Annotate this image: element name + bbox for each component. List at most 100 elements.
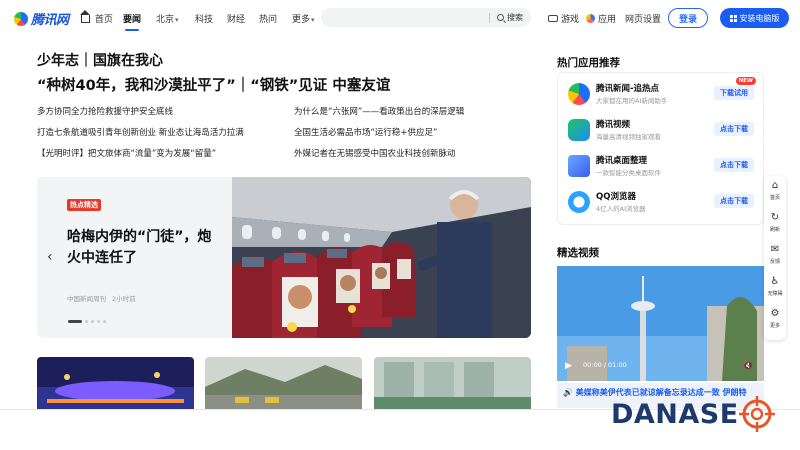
- carousel-dot[interactable]: [91, 320, 94, 323]
- logo-text: 腾讯网: [31, 13, 69, 28]
- play-icon[interactable]: ▶: [565, 361, 572, 371]
- page-settings-link[interactable]: 网页设置: [625, 12, 661, 25]
- watermark-text: DANASE: [611, 398, 739, 430]
- float-home-button[interactable]: ⌂ 首页: [764, 180, 786, 210]
- download-button[interactable]: 下载试用: [714, 86, 754, 100]
- accessibility-icon: ♿: [770, 276, 780, 287]
- app-name: 腾讯视频: [596, 120, 631, 130]
- tencent-news-icon: [568, 83, 590, 105]
- search-button[interactable]: 搜索: [489, 12, 523, 23]
- nav-item-tech[interactable]: 科技: [195, 12, 213, 25]
- install-label: 安装电脑版: [739, 13, 780, 23]
- nav-item-hot-questions[interactable]: 热问: [259, 12, 277, 25]
- install-desktop-button[interactable]: 安装电脑版: [720, 8, 789, 28]
- carousel-photo: ›: [232, 177, 531, 338]
- news-thumbnail[interactable]: [205, 357, 362, 409]
- carousel-source: 中国新闻周刊: [67, 295, 106, 303]
- carousel-dot[interactable]: [85, 320, 88, 323]
- carousel-meta: 中国新闻周刊 2小时前: [67, 293, 136, 303]
- nav-item-home[interactable]: 首页: [80, 10, 113, 25]
- news-thumbnail[interactable]: [37, 357, 194, 409]
- night-stadium-image: [37, 357, 194, 409]
- windows-icon: [729, 14, 737, 22]
- section-headline[interactable]: 少年志｜国旗在我心: [37, 50, 163, 70]
- greenhouse-image: [374, 357, 531, 409]
- page-settings-label: 网页设置: [625, 15, 662, 25]
- app-desc: 大家都在用的AI新闻助手: [596, 97, 668, 105]
- nav-item-news[interactable]: 要闻: [123, 12, 141, 31]
- float-label: 无障碍: [767, 291, 783, 297]
- float-label: 反馈: [769, 259, 780, 265]
- app-desc: 4亿人的AI浏览器: [596, 205, 646, 213]
- nav-item-label: 财经: [227, 15, 246, 25]
- new-badge: NEW: [735, 77, 756, 85]
- apps-link[interactable]: 应用: [586, 12, 616, 25]
- carousel-dot[interactable]: [68, 320, 82, 323]
- download-button[interactable]: 点击下载: [714, 158, 754, 172]
- mute-icon[interactable]: 🔇: [743, 361, 753, 370]
- featured-video-title: 精选视频: [557, 247, 599, 259]
- app-item-qq-browser[interactable]: QQ浏览器 4亿人的AI浏览器 点击下载: [568, 189, 758, 217]
- nav-item-beijing[interactable]: 北京▾: [156, 12, 179, 25]
- nav-item-label: 热问: [259, 15, 278, 25]
- app-item-tencent-video[interactable]: 腾讯视频 海量高清视频独家观看 点击下载: [568, 117, 758, 145]
- carousel-dot[interactable]: [97, 320, 100, 323]
- news-link[interactable]: 为什么是“六张网”——看政策出台的深层逻辑: [294, 105, 464, 117]
- top-nav: 腾讯网 首页 要闻 北京▾ 科技 财经 热问 更多▾ 搜索 游戏 应用 网页设置: [0, 0, 800, 36]
- carousel-pagination: [68, 320, 106, 323]
- chevron-left-icon[interactable]: ‹: [47, 249, 53, 265]
- watermark-logo: DANASE: [611, 396, 775, 432]
- news-link[interactable]: 多方协同全力抢险救援守护安全底线: [37, 105, 173, 117]
- nav-item-label: 更多: [292, 15, 311, 25]
- nav-item-more[interactable]: 更多▾: [292, 12, 315, 25]
- app-item-tencent-news[interactable]: 腾讯新闻-追热点 大家都在用的AI新闻助手 下载试用 NEW: [568, 77, 758, 109]
- app-item-desktop-organizer[interactable]: 腾讯桌面整理 一款智能分类桌面软件 点击下载: [568, 153, 758, 181]
- float-label: 首页: [769, 195, 780, 201]
- download-button[interactable]: 点击下载: [714, 122, 754, 136]
- apps-label: 应用: [598, 15, 617, 25]
- download-button[interactable]: 点击下载: [714, 194, 754, 208]
- float-feedback-button[interactable]: ✉ 反馈: [764, 244, 786, 274]
- featured-carousel[interactable]: 热点精选 哈梅内伊的“门徒”，炮火中连任了 中国新闻周刊 2小时前 ‹: [37, 177, 531, 338]
- news-link[interactable]: 外媒记者在无锡感受中国农业科技创新脉动: [294, 147, 456, 159]
- float-refresh-button[interactable]: ↻ 刷新: [764, 212, 786, 242]
- crosshair-o-icon: [738, 396, 775, 432]
- news-link[interactable]: 【光明时评】把文旅体商“流量”变为发展“留量”: [37, 147, 216, 159]
- games-link[interactable]: 游戏: [548, 12, 579, 25]
- apps-icon: [586, 14, 595, 23]
- login-button[interactable]: 登录: [668, 8, 708, 28]
- nav-item-label: 首页: [94, 15, 113, 25]
- featured-video-player[interactable]: ▶ 00:00 / 01:00 🔇 🔊 美媒称美伊代表已就谅解备忘录达成一致 伊…: [557, 266, 764, 408]
- search-input[interactable]: 搜索: [321, 8, 531, 27]
- chevron-down-icon: ▾: [175, 16, 179, 24]
- carousel-dot[interactable]: [103, 320, 106, 323]
- divider: [489, 12, 490, 23]
- float-accessibility-button[interactable]: ♿ 无障碍: [764, 276, 786, 306]
- search-button-label: 搜索: [507, 13, 523, 22]
- main-headline[interactable]: “种树40年，我和沙漠扯平了”｜“钢铁”见证 中塞友谊: [37, 74, 390, 95]
- nav-item-label: 北京: [156, 15, 175, 25]
- app-name: 腾讯新闻-追热点: [596, 84, 660, 94]
- app-desc: 一款智能分类桌面软件: [596, 169, 661, 177]
- airplane-cabin-image: [232, 177, 531, 338]
- home-icon: ⌂: [771, 180, 779, 191]
- hot-apps-title: 热门应用推荐: [557, 57, 620, 69]
- news-thumbnail[interactable]: [374, 357, 531, 409]
- news-link[interactable]: 全国生活必需品市场“运行稳+供应足”: [294, 126, 437, 138]
- home-icon: [80, 10, 90, 23]
- logo[interactable]: 腾讯网: [14, 9, 69, 28]
- chevron-down-icon: ▾: [311, 16, 315, 24]
- mountain-road-image: [205, 357, 362, 409]
- qq-browser-icon: [568, 191, 590, 213]
- float-label: 刷新: [769, 227, 780, 233]
- carousel-title[interactable]: 哈梅内伊的“门徒”，炮火中连任了: [67, 227, 217, 269]
- desktop-organizer-icon: [568, 155, 590, 177]
- logo-icon: [14, 11, 28, 26]
- hot-picks-badge: 热点精选: [67, 199, 101, 211]
- games-label: 游戏: [561, 15, 580, 25]
- video-time: 00:00 / 01:00: [583, 361, 627, 369]
- news-link[interactable]: 打造七条航道吸引青年创新创业 新业态让海岛活力拉满: [37, 126, 244, 138]
- nav-item-finance[interactable]: 财经: [227, 12, 245, 25]
- float-more-button[interactable]: ⚙ 更多: [764, 308, 786, 338]
- float-label: 更多: [769, 323, 780, 329]
